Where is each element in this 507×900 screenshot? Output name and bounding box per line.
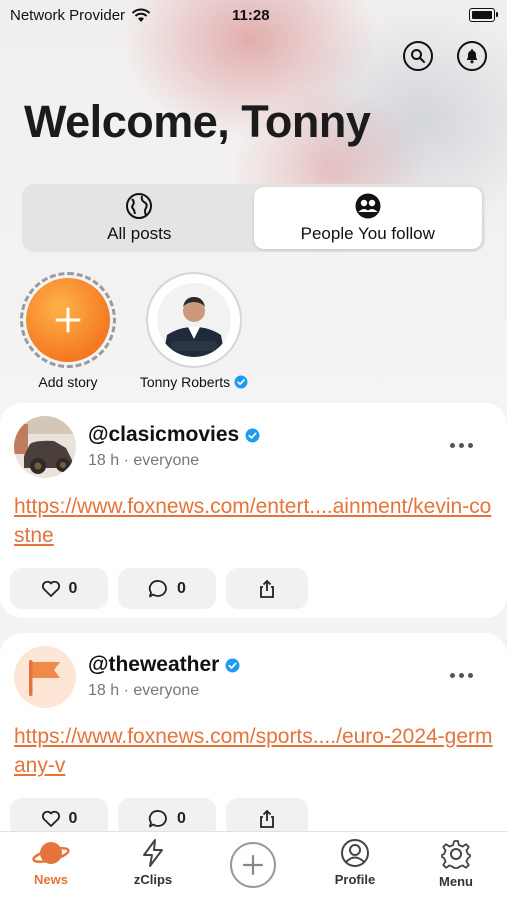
bottom-tab-bar: News zClips Profile Menu (0, 831, 507, 900)
more-dot (468, 673, 473, 678)
post-avatar[interactable] (14, 646, 76, 708)
status-bar: Network Provider 11:28 (0, 0, 507, 32)
create-post-button[interactable] (230, 842, 276, 888)
plus-icon (55, 307, 81, 333)
post-link[interactable]: https://www.foxnews.com/entert....ainmen… (14, 492, 494, 550)
carrier: Network Provider (10, 7, 151, 24)
tab-zclips[interactable]: zClips (108, 838, 198, 887)
add-story-label: Add story (38, 374, 98, 390)
tab-all-posts-label: All posts (107, 224, 172, 243)
bell-icon (467, 49, 477, 64)
post-time: 18 h (88, 452, 120, 469)
comment-button[interactable]: 0 (118, 568, 216, 609)
profile-icon (341, 839, 369, 867)
verified-badge-icon (225, 658, 240, 672)
post-link[interactable]: https://www.foxnews.com/sports..../euro-… (14, 722, 494, 780)
post-audience: everyone (133, 682, 200, 699)
add-story[interactable]: Add story (16, 272, 120, 390)
more-options-button[interactable] (450, 673, 473, 678)
post-meta: 18 h · everyone (88, 682, 200, 699)
share-button[interactable] (226, 568, 308, 609)
notifications-button[interactable] (457, 41, 487, 71)
search-icon (411, 49, 425, 63)
tab-menu-label: Menu (439, 874, 473, 889)
more-dot (468, 443, 473, 448)
lightning-icon (143, 839, 163, 867)
story-tonny-roberts[interactable]: Tonny Roberts (139, 272, 248, 390)
add-story-ring (20, 272, 116, 368)
tab-menu[interactable]: Menu (411, 838, 501, 889)
tab-zclips-label: zClips (133, 872, 173, 887)
tab-news-label: News (34, 872, 68, 887)
gear-icon (441, 840, 471, 869)
wifi-icon (131, 8, 151, 22)
more-options-button[interactable] (450, 443, 473, 448)
like-count: 0 (68, 809, 78, 827)
tab-people-you-follow-label: People You follow (300, 224, 435, 243)
post-audience: everyone (133, 452, 200, 469)
story-ring (146, 272, 242, 368)
planet-icon (32, 842, 70, 864)
heart-icon (41, 580, 60, 597)
clock: 11:28 (232, 7, 270, 24)
post-meta: 18 h · everyone (88, 452, 200, 469)
post-author[interactable]: @theweather (88, 653, 240, 677)
comment-count: 0 (177, 579, 186, 597)
share-icon (260, 809, 274, 828)
post-author[interactable]: @clasicmovies (88, 423, 260, 447)
heart-icon (41, 810, 60, 827)
plus-icon (242, 854, 264, 876)
comment-count: 0 (177, 809, 186, 827)
people-icon (355, 193, 381, 219)
feed-segmented-control: All posts People You follow (22, 184, 485, 252)
avatar (157, 283, 231, 357)
like-button[interactable]: 0 (10, 568, 108, 609)
search-button[interactable] (403, 41, 433, 71)
battery-icon (469, 8, 498, 22)
flag-avatar-icon (14, 646, 76, 708)
globe-icon (126, 193, 153, 219)
tab-people-you-follow[interactable]: People You follow (253, 187, 482, 249)
verified-badge-icon (245, 428, 260, 442)
post-card[interactable]: @clasicmovies 18 h · everyone https://ww… (0, 403, 507, 618)
verified-badge-icon (234, 375, 248, 389)
more-dot (450, 673, 455, 678)
post-actions: 0 0 (10, 568, 308, 609)
tab-all-posts[interactable]: All posts (25, 187, 254, 249)
post-time: 18 h (88, 682, 120, 699)
post-handle: @clasicmovies (88, 423, 240, 446)
stories-row: Add story Tonny Roberts (16, 272, 248, 390)
welcome-title: Welcome, Tonny (24, 96, 371, 147)
more-dot (459, 673, 464, 678)
tab-profile-label: Profile (334, 872, 376, 887)
more-dot (450, 443, 455, 448)
post-avatar[interactable] (14, 416, 76, 478)
comment-icon (148, 579, 167, 597)
more-dot (459, 443, 464, 448)
story-user-label: Tonny Roberts (139, 374, 231, 390)
comment-icon (148, 809, 167, 827)
tab-news[interactable]: News (6, 838, 96, 887)
post-handle: @theweather (88, 653, 220, 676)
tab-profile[interactable]: Profile (310, 838, 400, 887)
post-avatar-image (14, 416, 76, 478)
carrier-label: Network Provider (10, 7, 126, 24)
share-icon (260, 579, 274, 598)
like-count: 0 (68, 579, 78, 597)
post-card[interactable]: @theweather 18 h · everyone https://www.… (0, 633, 507, 853)
add-story-button[interactable] (26, 278, 110, 362)
